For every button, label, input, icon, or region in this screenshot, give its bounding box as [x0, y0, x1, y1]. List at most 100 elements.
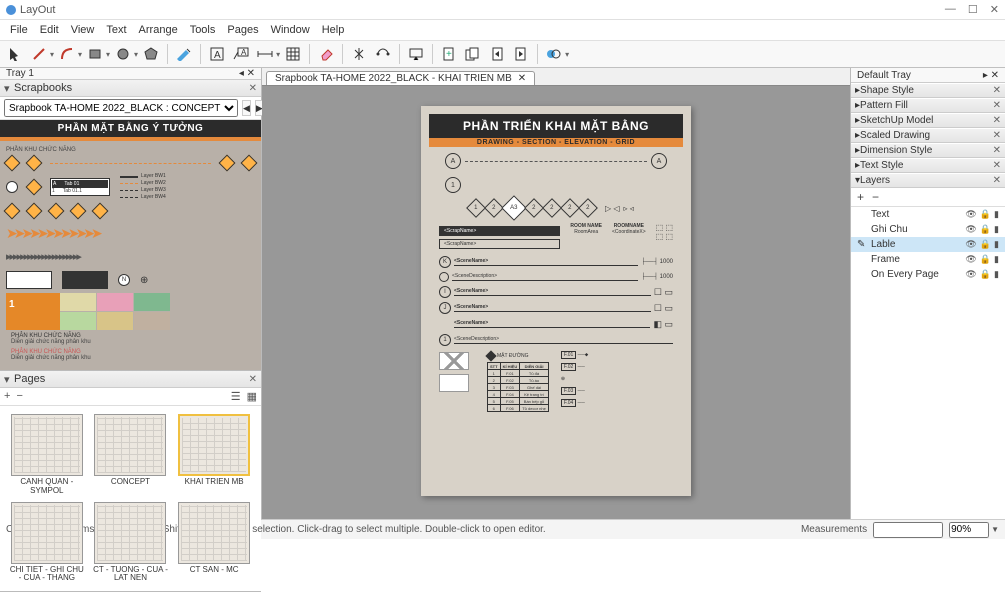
pages-remove[interactable]: −	[16, 390, 22, 403]
join-tool[interactable]	[372, 43, 394, 65]
pages-grid: CANH QUAN - SYMPOL CONCEPT KHAI TRIEN MB…	[4, 410, 257, 587]
titlebar: LayOut — ☐ ✕	[0, 0, 1005, 20]
layer-row[interactable]: Frame👁🔒▮	[851, 252, 1005, 267]
panel-text-style[interactable]: ▸ Text Style✕	[851, 158, 1005, 173]
panel-shape-style[interactable]: ▸ Shape Style✕	[851, 83, 1005, 98]
panel-scaled-drawing[interactable]: ▸ Scaled Drawing✕	[851, 128, 1005, 143]
page-thumb[interactable]: CHI TIET - GHI CHU - CUA - THANG	[8, 502, 86, 584]
tab-close-icon[interactable]: ✕	[518, 73, 526, 84]
duplicate-page[interactable]	[462, 43, 484, 65]
page[interactable]: PHẦN TRIỂN KHAI MẶT BẰNG DRAWING - SECTI…	[421, 106, 691, 496]
pages-list-view[interactable]: ☰	[231, 390, 241, 403]
line-tool[interactable]	[28, 43, 50, 65]
panel-layers[interactable]: ▾ Layers✕	[851, 173, 1005, 188]
document-tab[interactable]: Srapbook TA-HOME 2022_BLACK - KHAI TRIEN…	[266, 71, 535, 85]
eye-icon[interactable]: 👁	[965, 254, 976, 265]
left-tray: Tray 1◂ ✕ ▾Scrapbooks✕ Srapbook TA-HOME …	[0, 68, 262, 519]
scrapbook-preview[interactable]: PHẦN MẶT BẰNG Ý TƯỞNG PHẦN KHU CHỨC NĂNG…	[0, 120, 261, 370]
measurements-input[interactable]	[873, 522, 943, 538]
menu-view[interactable]: View	[65, 22, 101, 38]
block-num: 1	[6, 293, 60, 330]
add-page[interactable]: +	[438, 43, 460, 65]
menu-pages[interactable]: Pages	[221, 22, 264, 38]
block-desc-1: Diễn giải chức năng phân khu	[11, 339, 250, 345]
layer-list: Text👁🔒▮ Ghi Chu👁🔒▮ ✎Lable👁🔒▮ Frame👁🔒▮ On…	[851, 207, 1005, 519]
scrap-prev[interactable]: ◀	[242, 100, 251, 116]
main-toolbar: ▾ ▾ ▾ ▾ A A ▾ + ▾	[0, 40, 1005, 68]
scrap-subtitle: PHẦN KHU CHỨC NĂNG	[6, 147, 255, 153]
tray-tab[interactable]: Tray 1◂ ✕	[0, 68, 261, 80]
pages-grid-view[interactable]: ▦	[247, 390, 257, 403]
right-tray: Default Tray▸ ✕ ▸ Shape Style✕ ▸ Pattern…	[850, 68, 1005, 519]
layer-row[interactable]: On Every Page👁🔒▮	[851, 267, 1005, 282]
lock-icon[interactable]: 🔒	[980, 269, 991, 280]
next-page[interactable]	[510, 43, 532, 65]
menu-tools[interactable]: Tools	[184, 22, 222, 38]
page-thumb[interactable]: CANH QUAN - SYMPOL	[8, 414, 86, 496]
menu-help[interactable]: Help	[316, 22, 351, 38]
svg-text:+: +	[446, 49, 452, 60]
pages-header[interactable]: ▾Pages✕	[0, 371, 261, 388]
layer-row[interactable]: Ghi Chu👁🔒▮	[851, 222, 1005, 237]
style-tool[interactable]	[173, 43, 195, 65]
lock-icon[interactable]: 🔒	[980, 254, 991, 265]
circle-tool[interactable]	[112, 43, 134, 65]
menu-file[interactable]: File	[4, 22, 34, 38]
right-tray-tab[interactable]: Default Tray▸ ✕	[851, 68, 1005, 83]
scrapbook-select[interactable]: Srapbook TA-HOME 2022_BLACK : CONCEPT	[4, 99, 238, 117]
menu-edit[interactable]: Edit	[34, 22, 65, 38]
lock-icon[interactable]: 🔒	[980, 239, 991, 250]
zoom-input[interactable]	[949, 522, 989, 538]
window-maximize[interactable]: ☐	[968, 3, 978, 16]
svg-text:A: A	[214, 50, 221, 61]
dimension-tool[interactable]	[254, 43, 276, 65]
polygon-tool[interactable]	[140, 43, 162, 65]
lock-icon[interactable]: 🔒	[980, 209, 991, 220]
panel-dimension-style[interactable]: ▸ Dimension Style✕	[851, 143, 1005, 158]
window-minimize[interactable]: —	[945, 3, 956, 16]
canvas-area: Srapbook TA-HOME 2022_BLACK - KHAI TRIEN…	[262, 68, 850, 519]
layer-add[interactable]: +	[857, 190, 864, 204]
prev-page[interactable]	[486, 43, 508, 65]
panel-pattern-fill[interactable]: ▸ Pattern Fill✕	[851, 98, 1005, 113]
zoom-dropdown[interactable]: ▼	[991, 525, 999, 534]
layer-row[interactable]: ✎Lable👁🔒▮	[851, 237, 1005, 252]
split-tool[interactable]	[348, 43, 370, 65]
app-title: LayOut	[20, 4, 945, 16]
text-tool[interactable]: A	[206, 43, 228, 65]
page-thumb[interactable]: KHAI TRIEN MB	[175, 414, 253, 496]
layer-row[interactable]: Text👁🔒▮	[851, 207, 1005, 222]
eye-icon[interactable]: 👁	[965, 224, 976, 235]
page-thumb[interactable]: CT SAN - MC	[175, 502, 253, 584]
menu-text[interactable]: Text	[100, 22, 132, 38]
block-desc-2: Diễn giải chức năng phân khu	[11, 355, 250, 361]
page-subtitle: DRAWING - SECTION - ELEVATION - GRID	[429, 138, 683, 147]
window-close[interactable]: ✕	[990, 3, 999, 16]
presentation-tool[interactable]	[405, 43, 427, 65]
canvas[interactable]: PHẦN TRIỂN KHAI MẶT BẰNG DRAWING - SECTI…	[262, 86, 850, 519]
rectangle-tool[interactable]	[84, 43, 106, 65]
menu-arrange[interactable]: Arrange	[133, 22, 184, 38]
pages-add[interactable]: +	[4, 390, 10, 403]
lock-icon[interactable]: 🔒	[980, 224, 991, 235]
render-mode[interactable]	[543, 43, 565, 65]
menubar: File Edit View Text Arrange Tools Pages …	[0, 20, 1005, 40]
scrapbooks-header[interactable]: ▾Scrapbooks✕	[0, 80, 261, 97]
scrap-title: PHẦN MẶT BẰNG Ý TƯỞNG	[0, 120, 261, 137]
page-thumb[interactable]: CT - TUONG - CUA - LAT NEN	[92, 502, 170, 584]
panel-sketchup-model[interactable]: ▸ SketchUp Model✕	[851, 113, 1005, 128]
label-tool[interactable]: A	[230, 43, 252, 65]
table-tool[interactable]	[282, 43, 304, 65]
page-thumb[interactable]: CONCEPT	[92, 414, 170, 496]
eraser-tool[interactable]	[315, 43, 337, 65]
select-tool[interactable]	[4, 43, 26, 65]
layer-remove[interactable]: −	[872, 190, 879, 204]
app-icon	[6, 5, 16, 15]
arc-tool[interactable]	[56, 43, 78, 65]
measurements-label: Measurements	[801, 524, 867, 535]
page-title: PHẦN TRIỂN KHAI MẶT BẰNG	[429, 114, 683, 138]
eye-icon[interactable]: 👁	[965, 239, 976, 250]
menu-window[interactable]: Window	[265, 22, 316, 38]
eye-icon[interactable]: 👁	[965, 269, 976, 280]
eye-icon[interactable]: 👁	[965, 209, 976, 220]
